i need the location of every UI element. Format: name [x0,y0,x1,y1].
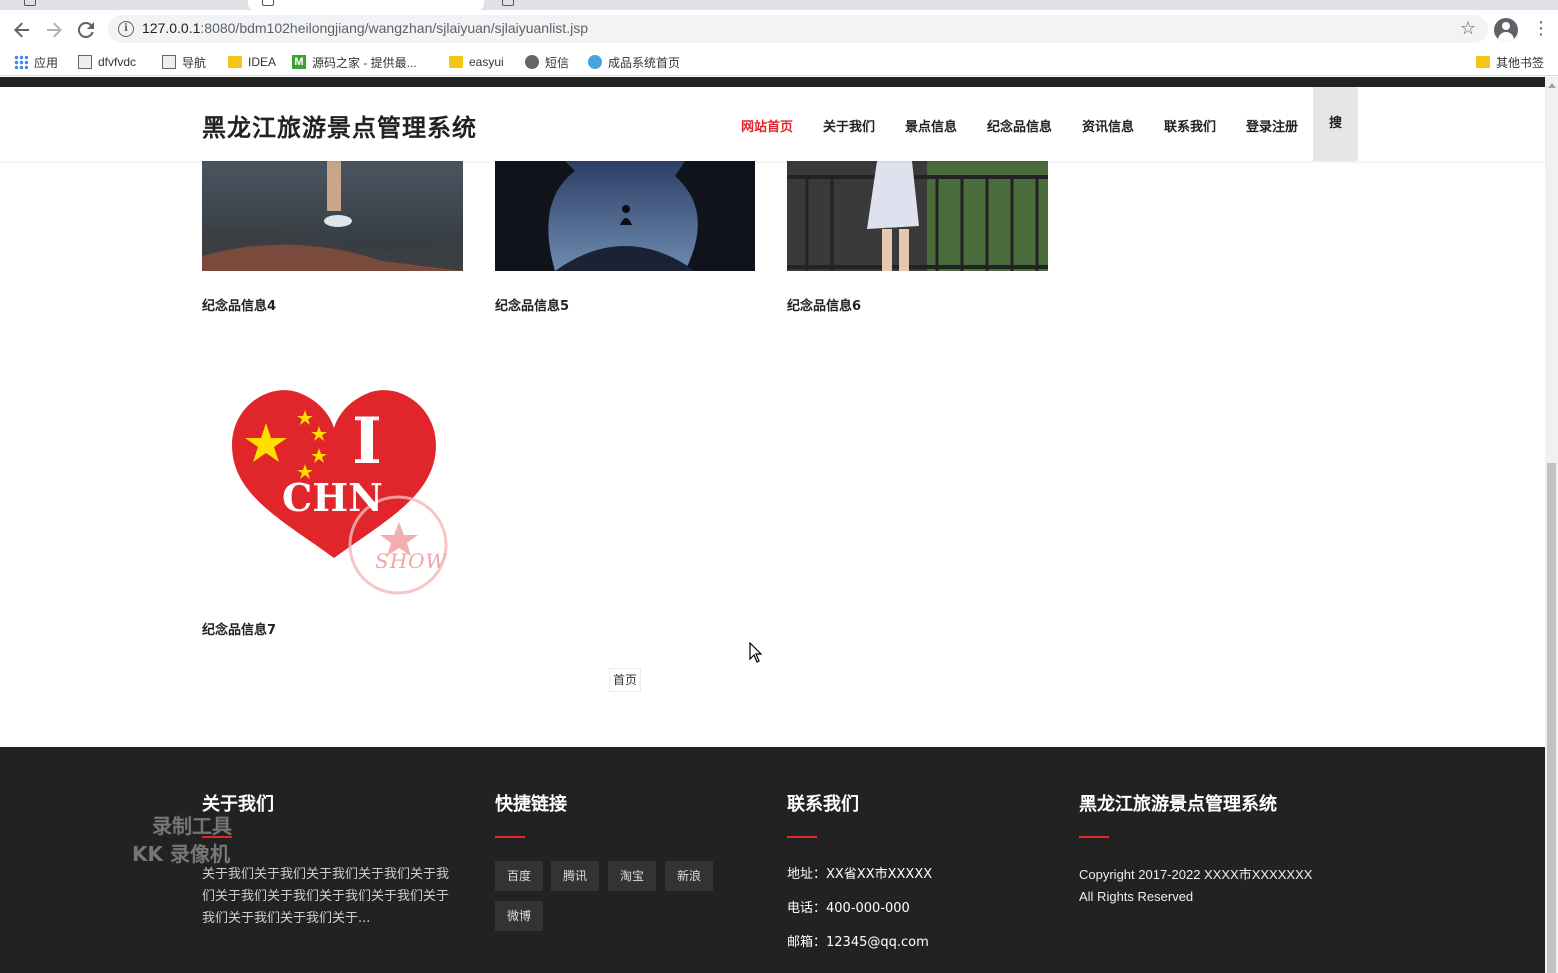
card-image-4[interactable] [202,161,463,271]
footer-brand: 黑龙江旅游景点管理系统 Copyright 2017-2022 XXXX市XXX… [1079,790,1339,908]
bookmark-home[interactable]: 成品系统首页 [588,53,680,71]
bookmark-dfvfvdc[interactable]: dfvfvdc [78,53,136,71]
card-image-6[interactable] [787,161,1048,271]
site-info-icon[interactable]: i [118,21,134,37]
bookmark-star-icon[interactable]: ☆ [1460,18,1476,39]
scrollbar-thumb[interactable] [1547,463,1556,973]
watermark-line-2: KK 录像机 [132,842,230,866]
search-button[interactable]: 搜 [1313,87,1358,161]
link-sina[interactable]: 新浪 [665,861,713,891]
footer-accent-bar [1079,836,1109,838]
url-text: 127.0.0.1:8080/bdm102heilongjiang/wangzh… [142,20,588,36]
globe-icon [525,55,539,69]
bookmark-idea[interactable]: IDEA [228,53,276,71]
folder-icon [1476,56,1490,68]
card-label-5[interactable]: 纪念品信息5 [495,295,569,314]
footer-links-title: 快捷链接 [495,794,567,815]
stamp-text: SHOW [375,549,448,573]
tab-favicon-icon [262,0,274,6]
card-label-6[interactable]: 纪念品信息6 [787,295,861,314]
site-title[interactable]: 黑龙江旅游景点管理系统 [202,108,477,143]
footer-copyright: Copyright 2017-2022 XXXX市XXXXXXX All Rig… [1079,867,1313,904]
pager-first-button[interactable]: 首页 [609,668,641,692]
site-header: 黑龙江旅游景点管理系统 网站首页 关于我们 景点信息 纪念品信息 资讯信息 联系… [0,87,1545,161]
forward-arrow-icon[interactable] [43,19,65,41]
browser-toolbar: i 127.0.0.1:8080/bdm102heilongjiang/wang… [0,10,1558,48]
apps-icon [14,55,28,69]
m-icon: M [292,55,306,69]
bookmark-easyui[interactable]: easyui [449,53,504,71]
watermark-line-1: 录制工具 [152,814,232,838]
footer-email: 邮箱：12345@qq.com [787,935,929,950]
profile-avatar-icon[interactable] [1494,18,1518,42]
card-image-5[interactable] [495,161,755,271]
tab-favicon-icon [502,0,514,6]
nav-about[interactable]: 关于我们 [823,116,875,135]
back-arrow-icon[interactable] [11,19,33,41]
browser-tab-strip [0,0,1558,10]
blue-circle-icon [588,55,602,69]
footer-accent-bar [495,836,525,838]
link-tencent[interactable]: 腾讯 [551,861,599,891]
folder-icon [449,56,463,68]
heart-letter: I [352,404,382,479]
page-icon [162,55,176,69]
card-image-7[interactable]: I CHN SHOW [202,360,463,610]
footer-contact: 联系我们 地址：XX省XX市XXXXX 电话：400-000-000 邮箱：12… [787,790,1047,954]
reload-icon[interactable] [75,19,97,41]
card-label-4[interactable]: 纪念品信息4 [202,295,276,314]
link-weibo[interactable]: 微博 [495,901,543,931]
footer-address: 地址：XX省XX市XXXXX [787,867,933,882]
footer-brand-title: 黑龙江旅游景点管理系统 [1079,794,1277,815]
browser-menu-icon[interactable]: ⋮ [1532,20,1550,40]
nav-attractions[interactable]: 景点信息 [905,116,957,135]
nav-home[interactable]: 网站首页 [741,116,793,135]
address-bar[interactable]: i 127.0.0.1:8080/bdm102heilongjiang/wang… [108,15,1488,43]
heart-word: CHN [282,475,383,520]
nav-news[interactable]: 资讯信息 [1082,116,1134,135]
footer-contact-title: 联系我们 [787,794,859,815]
footer-links: 快捷链接 [495,790,735,838]
browser-tab[interactable] [488,0,738,10]
card-label-7[interactable]: 纪念品信息7 [202,619,276,638]
page-scrollbar[interactable] [1545,77,1558,973]
footer-accent-bar [787,836,817,838]
recorder-watermark: 录制工具 KK 录像机 [132,812,272,874]
mouse-cursor-icon [749,642,763,663]
bookmark-other[interactable]: 其他书签 [1476,53,1544,71]
scroll-up-arrow-icon[interactable] [1548,83,1556,88]
link-baidu[interactable]: 百度 [495,861,543,891]
footer-phone: 电话：400-000-000 [787,901,910,916]
folder-icon [228,56,242,68]
page-icon [78,55,92,69]
bookmark-yuanma[interactable]: M 源码之家 - 提供最... [292,53,417,71]
tab-favicon-icon [24,0,36,6]
bookmark-apps[interactable]: 应用 [14,53,58,71]
browser-tab[interactable] [10,0,240,10]
nav-souvenirs[interactable]: 纪念品信息 [987,116,1052,135]
bookmark-nav[interactable]: 导航 [162,53,206,71]
nav-login[interactable]: 登录注册 [1246,116,1298,135]
link-taobao[interactable]: 淘宝 [608,861,656,891]
bookmark-sms[interactable]: 短信 [525,53,569,71]
bookmarks-bar: 应用 dfvfvdc 导航 IDEA M 源码之家 - 提供最... easyui… [0,48,1558,76]
browser-tab-active[interactable] [248,0,484,10]
page-top-edge [0,77,1545,87]
nav-contact[interactable]: 联系我们 [1164,116,1216,135]
